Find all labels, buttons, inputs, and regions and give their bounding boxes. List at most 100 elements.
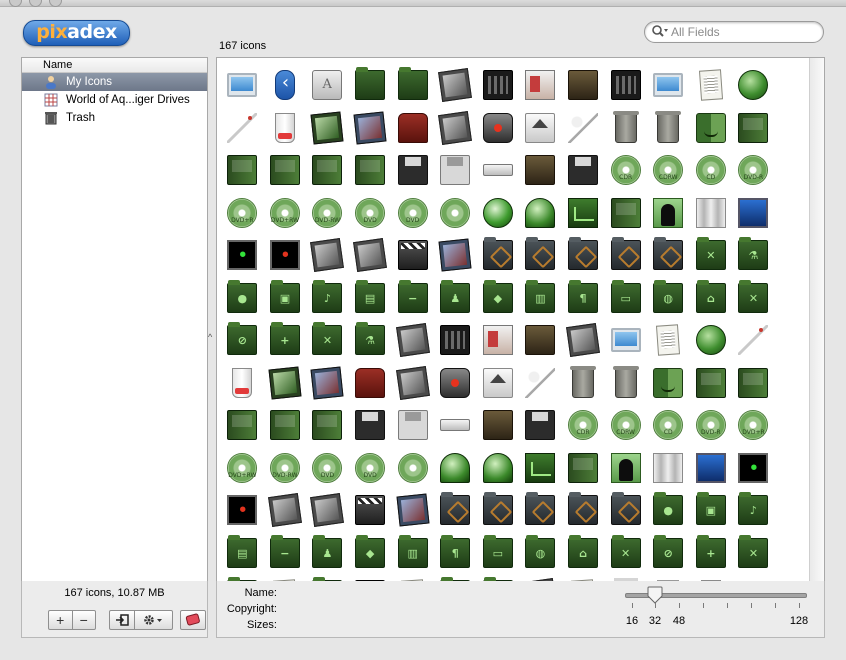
vertical-scrollbar[interactable]: [809, 58, 824, 581]
icon-tile[interactable]: [264, 107, 307, 150]
icon-tile[interactable]: [562, 319, 605, 362]
icon-tile[interactable]: [306, 107, 349, 150]
search-icon[interactable]: [651, 24, 669, 40]
icon-tile[interactable]: DVD: [349, 447, 392, 490]
icon-tile[interactable]: [264, 64, 307, 107]
icon-tile[interactable]: ◍: [647, 277, 690, 320]
icon-tile[interactable]: [562, 447, 605, 490]
icon-tile[interactable]: ✕: [732, 532, 775, 575]
icon-tile[interactable]: [434, 64, 477, 107]
minimize-window-button[interactable]: [29, 0, 42, 7]
search-field[interactable]: [644, 21, 824, 43]
icon-tile[interactable]: [690, 192, 733, 235]
icon-tile[interactable]: DVD-R: [690, 404, 733, 447]
icon-tile[interactable]: ✕: [604, 532, 647, 575]
icon-tile[interactable]: ◆: [349, 532, 392, 575]
icon-tile[interactable]: [221, 107, 264, 150]
icon-tile[interactable]: [221, 404, 264, 447]
icon-tile[interactable]: DVD+R: [221, 192, 264, 235]
icon-tile[interactable]: [732, 319, 775, 362]
icon-tile[interactable]: ▤: [349, 277, 392, 320]
icon-tile[interactable]: [477, 234, 520, 277]
icon-tile[interactable]: CDRW: [647, 149, 690, 192]
icon-tile[interactable]: [604, 447, 647, 490]
icon-tile[interactable]: [604, 362, 647, 405]
icon-tile[interactable]: DVD-RW: [306, 192, 349, 235]
icon-tile[interactable]: [391, 489, 434, 532]
icon-tile[interactable]: [391, 64, 434, 107]
icon-tile[interactable]: −: [264, 532, 307, 575]
icon-tile[interactable]: ⌂: [562, 532, 605, 575]
icon-tile[interactable]: [434, 319, 477, 362]
icon-tile[interactable]: DVD-RW: [264, 447, 307, 490]
icon-tile[interactable]: ▤: [221, 532, 264, 575]
icon-tile[interactable]: [434, 234, 477, 277]
icon-tile[interactable]: [562, 64, 605, 107]
icon-tile[interactable]: [562, 489, 605, 532]
icon-tile[interactable]: ✕: [306, 319, 349, 362]
icon-tile[interactable]: [221, 149, 264, 192]
icon-tile[interactable]: [264, 362, 307, 405]
icon-tile[interactable]: [604, 489, 647, 532]
size-slider-thumb[interactable]: [647, 586, 663, 604]
icon-tile[interactable]: [519, 404, 562, 447]
icon-tile[interactable]: CD: [690, 149, 733, 192]
icon-tile[interactable]: [647, 319, 690, 362]
icon-tile[interactable]: [604, 107, 647, 150]
icon-tile[interactable]: [306, 149, 349, 192]
icon-tile[interactable]: [221, 234, 264, 277]
icon-tile[interactable]: ▥: [391, 532, 434, 575]
icon-tile[interactable]: [264, 489, 307, 532]
icon-tile[interactable]: ⌂: [690, 277, 733, 320]
icon-tile[interactable]: [306, 404, 349, 447]
icon-tile[interactable]: ⊘: [221, 319, 264, 362]
icon-tile[interactable]: [306, 234, 349, 277]
icon-tile[interactable]: [221, 64, 264, 107]
icon-tile[interactable]: CDRW: [604, 404, 647, 447]
icon-tile[interactable]: CDR: [604, 149, 647, 192]
icon-tile[interactable]: [519, 149, 562, 192]
icon-tile[interactable]: [477, 107, 520, 150]
icon-tile[interactable]: ◍: [519, 532, 562, 575]
sidebar-item-my-icons[interactable]: My Icons: [22, 73, 207, 91]
icon-tile[interactable]: [519, 64, 562, 107]
icon-tile[interactable]: [562, 107, 605, 150]
icon-tile[interactable]: [264, 234, 307, 277]
icon-tile[interactable]: [477, 362, 520, 405]
icon-tile[interactable]: [391, 447, 434, 490]
icon-tile[interactable]: [477, 404, 520, 447]
icon-tile[interactable]: [690, 107, 733, 150]
icon-tile[interactable]: ▥: [519, 277, 562, 320]
icon-tile[interactable]: CDR: [562, 404, 605, 447]
icon-tile[interactable]: [519, 319, 562, 362]
icon-tile[interactable]: [391, 149, 434, 192]
icon-tile[interactable]: ▭: [477, 532, 520, 575]
icon-tile[interactable]: +: [690, 532, 733, 575]
icon-tile[interactable]: [349, 234, 392, 277]
icon-tile[interactable]: [647, 362, 690, 405]
icon-tile[interactable]: DVD: [349, 192, 392, 235]
icon-tile[interactable]: +: [264, 319, 307, 362]
icon-tile[interactable]: [519, 192, 562, 235]
add-collection-button[interactable]: +: [49, 611, 72, 629]
icon-tile[interactable]: [647, 107, 690, 150]
icon-tile[interactable]: [349, 362, 392, 405]
icon-tile[interactable]: [391, 362, 434, 405]
icon-tile[interactable]: [391, 404, 434, 447]
icon-tile[interactable]: [349, 107, 392, 150]
icon-tile[interactable]: [477, 489, 520, 532]
icon-tile[interactable]: [604, 64, 647, 107]
icon-tile[interactable]: [306, 64, 349, 107]
icon-tile[interactable]: [391, 234, 434, 277]
icon-tile[interactable]: [477, 319, 520, 362]
icon-tile[interactable]: [519, 107, 562, 150]
icon-tile[interactable]: DVD+R: [732, 404, 775, 447]
icon-tile[interactable]: [690, 64, 733, 107]
icon-tile[interactable]: [732, 192, 775, 235]
search-input[interactable]: [671, 22, 817, 42]
icon-tile[interactable]: ✕: [690, 234, 733, 277]
icon-tile[interactable]: DVD-R: [732, 149, 775, 192]
split-view-grip[interactable]: ^: [208, 332, 212, 342]
icon-tile[interactable]: ¶: [434, 532, 477, 575]
icon-tile[interactable]: [690, 362, 733, 405]
